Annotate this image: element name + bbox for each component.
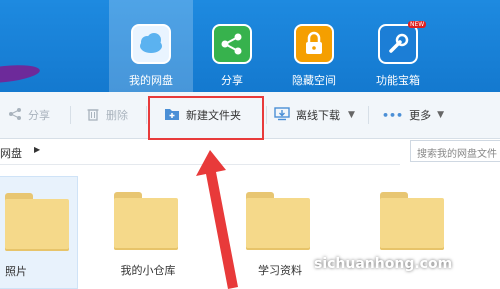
nav-item-hidden-space[interactable]: 隐藏空间 xyxy=(272,0,356,92)
toolbar-divider xyxy=(266,106,267,124)
folder-icon xyxy=(5,193,69,251)
folder-icon xyxy=(380,192,444,250)
share-icon xyxy=(212,24,252,64)
folder-icon xyxy=(246,192,310,250)
delete-button[interactable]: 删除 xyxy=(86,104,128,126)
annotation-arrow xyxy=(196,150,238,289)
share-icon xyxy=(8,107,22,124)
folder-item[interactable]: 学习资料 xyxy=(240,176,320,289)
more-button-label: 更多 xyxy=(409,109,432,122)
chevron-right-icon[interactable]: ▶ xyxy=(34,145,40,154)
nav-item-label: 分享 xyxy=(221,74,243,87)
search-input[interactable]: 搜索我的网盘文件 xyxy=(410,140,500,162)
nav-item-share[interactable]: 分享 xyxy=(190,0,274,92)
download-icon xyxy=(274,106,290,124)
folder-label: 照片 xyxy=(5,265,27,278)
toolbar-divider xyxy=(146,106,147,124)
nav-item-label: 我的网盘 xyxy=(129,74,173,87)
annotation-highlight-box xyxy=(148,96,264,140)
nav-item-my-netdisk[interactable]: 我的网盘 xyxy=(109,0,193,92)
cloud-icon xyxy=(131,24,171,64)
toolbar-divider xyxy=(368,106,369,124)
folder-item[interactable] xyxy=(374,176,454,289)
decorative-swoosh xyxy=(0,62,41,86)
new-badge: NEW xyxy=(408,21,427,28)
nav-item-label: 隐藏空间 xyxy=(292,74,336,87)
folder-item[interactable]: 我的小仓库 xyxy=(108,176,188,289)
share-button[interactable]: 分享 xyxy=(8,104,50,126)
toolbar-divider xyxy=(70,106,71,124)
more-button[interactable]: ••• 更多 ▼ xyxy=(382,104,444,126)
more-dots-icon: ••• xyxy=(382,108,404,122)
folder-label: 学习资料 xyxy=(258,264,302,277)
delete-button-label: 删除 xyxy=(106,109,128,122)
chevron-down-icon[interactable]: ▼ xyxy=(348,110,355,120)
nav-item-toolbox[interactable]: NEW 功能宝箱 xyxy=(356,0,440,92)
breadcrumb-item[interactable]: 网盘 xyxy=(0,145,22,161)
watermark-text: sichuanhong.com xyxy=(314,256,453,272)
folder-item[interactable]: 照片 xyxy=(0,176,78,289)
chevron-down-icon[interactable]: ▼ xyxy=(437,110,444,120)
folder-label: 我的小仓库 xyxy=(120,264,176,277)
nav-item-label: 功能宝箱 xyxy=(376,74,420,87)
toolbox-icon xyxy=(378,24,418,64)
offline-download-button[interactable]: 离线下载 ▼ xyxy=(274,104,355,126)
folder-icon xyxy=(114,192,178,250)
offline-download-label: 离线下载 xyxy=(296,109,340,122)
lock-icon xyxy=(294,24,334,64)
trash-icon xyxy=(86,107,100,124)
share-button-label: 分享 xyxy=(28,109,50,122)
top-nav-bar: 我的网盘 分享 隐藏空间 NEW 功能宝箱 xyxy=(0,0,500,92)
